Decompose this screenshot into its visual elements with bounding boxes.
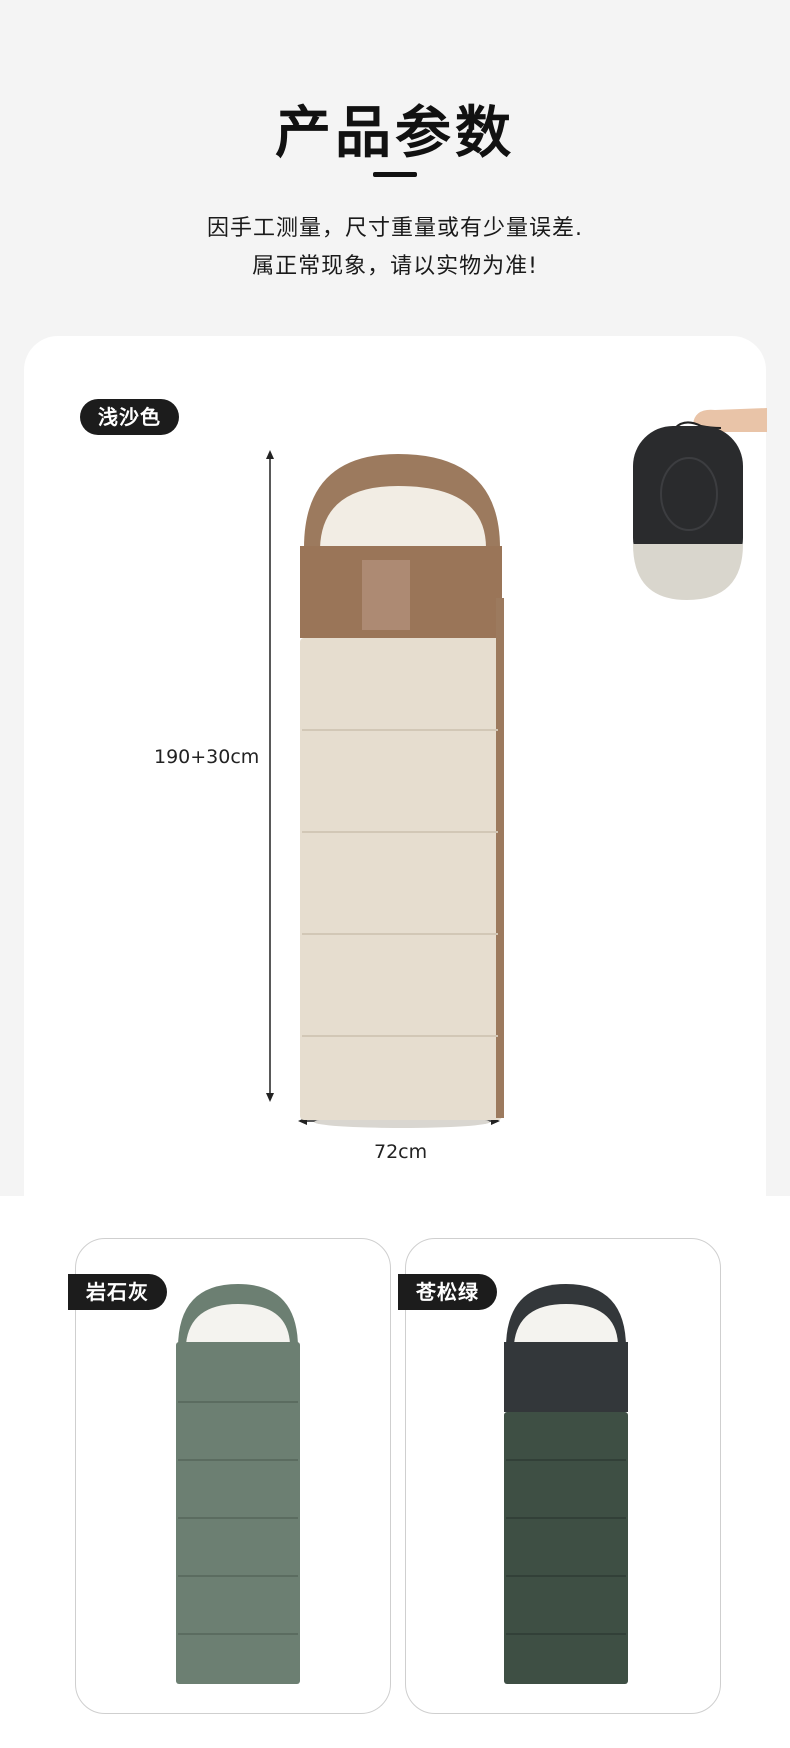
measurement-note-line2: 属正常现象，请以实物为准! [252, 254, 538, 279]
storage-bag-image [633, 408, 767, 600]
length-dimension-arrow [266, 450, 274, 1102]
sand-sleeping-bag-image [300, 454, 504, 1128]
page-title: 产品参数 [275, 101, 515, 166]
length-label: 190+30cm [154, 746, 260, 768]
rock-grey-sleeping-bag-image [176, 1284, 300, 1684]
pine-green-sleeping-bag-image [504, 1284, 628, 1684]
color-label-sand: 浅沙色 [80, 399, 179, 435]
color-label-pine-green: 苍松绿 [398, 1274, 497, 1310]
measurement-note-line1: 因手工测量，尺寸重量或有少量误差. [207, 216, 583, 241]
width-label: 72cm [374, 1141, 428, 1163]
color-label-rock-grey: 岩石灰 [68, 1274, 167, 1310]
title-underline [373, 172, 417, 177]
